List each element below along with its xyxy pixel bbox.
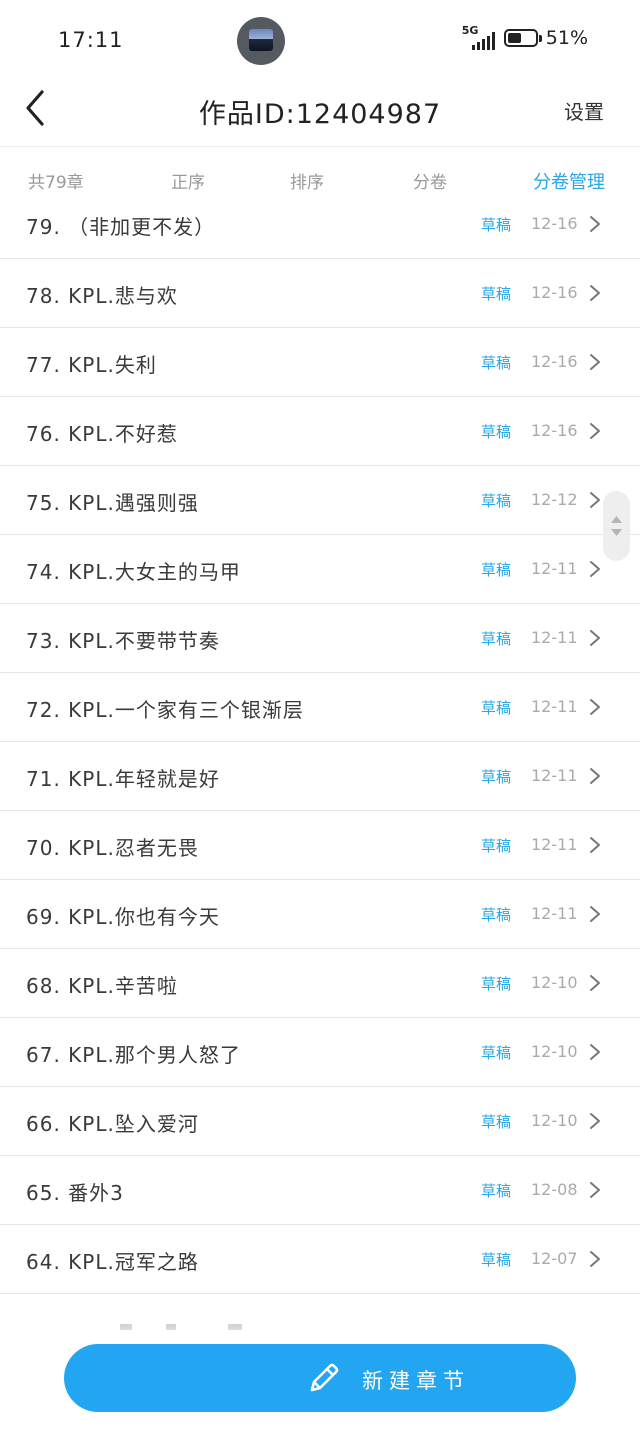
chevron-right-icon bbox=[590, 837, 600, 853]
chapter-date: 12-16 bbox=[531, 352, 578, 371]
chapter-status-badge: 草稿 bbox=[481, 906, 512, 924]
chapter-row[interactable]: 77. KPL.失利 草稿 12-16 bbox=[0, 328, 640, 397]
chapter-title: 77. KPL.失利 bbox=[26, 353, 157, 377]
chapter-status-badge: 草稿 bbox=[481, 975, 512, 993]
status-indicators: 5G 51% bbox=[462, 24, 588, 50]
chapter-date: 12-07 bbox=[531, 1249, 578, 1268]
chapter-status-badge: 草稿 bbox=[481, 768, 512, 786]
new-chapter-button[interactable]: 新建章节 bbox=[64, 1344, 576, 1412]
chapter-status-badge: 草稿 bbox=[481, 837, 512, 855]
new-chapter-label: 新建章节 bbox=[362, 1369, 470, 1393]
signal-icon: 5G bbox=[462, 24, 496, 50]
chapter-title: 68. KPL.辛苦啦 bbox=[26, 974, 178, 998]
chevron-right-icon bbox=[590, 492, 600, 508]
chapter-date: 12-11 bbox=[531, 904, 578, 923]
chapter-title: 72. KPL.一个家有三个银渐层 bbox=[26, 698, 304, 722]
chevron-right-icon bbox=[590, 699, 600, 715]
chevron-right-icon bbox=[590, 906, 600, 922]
fast-scroll-handle[interactable] bbox=[603, 491, 630, 561]
top-nav-bar: 作品ID:12404987 设置 bbox=[0, 80, 640, 146]
chapter-date: 12-10 bbox=[531, 1042, 578, 1061]
chevron-right-icon bbox=[590, 1182, 600, 1198]
chevron-right-icon bbox=[590, 561, 600, 577]
chapter-title: 71. KPL.年轻就是好 bbox=[26, 767, 220, 791]
chapter-date: 12-11 bbox=[531, 835, 578, 854]
chapter-date: 12-11 bbox=[531, 628, 578, 647]
chevron-right-icon bbox=[590, 423, 600, 439]
chapter-date: 12-11 bbox=[531, 697, 578, 716]
battery-icon bbox=[503, 29, 542, 47]
chapter-row[interactable]: 67. KPL.那个男人怒了 草稿 12-10 bbox=[0, 1018, 640, 1087]
status-time: 17:11 bbox=[58, 28, 124, 52]
chapter-status-badge: 草稿 bbox=[481, 354, 512, 372]
chapter-status-badge: 草稿 bbox=[481, 285, 512, 303]
chevron-right-icon bbox=[590, 768, 600, 784]
chapter-status-badge: 草稿 bbox=[481, 630, 512, 648]
chapter-title: 66. KPL.坠入爱河 bbox=[26, 1112, 199, 1136]
page-title: 作品ID:12404987 bbox=[198, 99, 442, 130]
chevron-right-icon bbox=[590, 630, 600, 646]
chapter-title: 76. KPL.不好惹 bbox=[26, 422, 178, 446]
nav-divider bbox=[0, 146, 640, 147]
chapter-list: 79. （非加更不发） 草稿 12-16 78. KPL.悲与欢 草稿 12-1… bbox=[0, 190, 640, 1330]
chapter-row[interactable]: 70. KPL.忍者无畏 草稿 12-11 bbox=[0, 811, 640, 880]
chapter-date: 12-16 bbox=[531, 214, 578, 233]
chapter-date: 12-16 bbox=[531, 421, 578, 440]
status-bar: 17:11 5G 51% bbox=[0, 0, 640, 80]
chapter-title: 70. KPL.忍者无畏 bbox=[26, 836, 199, 860]
chapter-status-badge: 草稿 bbox=[481, 423, 512, 441]
chapter-date: 12-12 bbox=[531, 490, 578, 509]
chapter-status-badge: 草稿 bbox=[481, 1044, 512, 1062]
chapter-date: 12-16 bbox=[531, 283, 578, 302]
chapter-status-badge: 草稿 bbox=[481, 1113, 512, 1131]
chapter-row[interactable]: 72. KPL.一个家有三个银渐层 草稿 12-11 bbox=[0, 673, 640, 742]
chapter-status-badge: 草稿 bbox=[481, 699, 512, 717]
settings-button[interactable]: 设置 bbox=[564, 96, 604, 125]
chapter-title: 78. KPL.悲与欢 bbox=[26, 284, 178, 308]
chapter-title: 79. （非加更不发） bbox=[26, 215, 216, 239]
app-thumbnail-icon bbox=[237, 17, 285, 65]
chapter-row[interactable]: 74. KPL.大女主的马甲 草稿 12-11 bbox=[0, 535, 640, 604]
chapter-date: 12-10 bbox=[531, 973, 578, 992]
chevron-right-icon bbox=[590, 285, 600, 301]
chapter-title: 69. KPL.你也有今天 bbox=[26, 905, 220, 929]
chapter-row[interactable]: 64. KPL.冠军之路 草稿 12-07 bbox=[0, 1225, 640, 1294]
chevron-right-icon bbox=[590, 354, 600, 370]
chapter-row[interactable]: 66. KPL.坠入爱河 草稿 12-10 bbox=[0, 1087, 640, 1156]
chevron-right-icon bbox=[590, 975, 600, 991]
chapter-date: 12-11 bbox=[531, 559, 578, 578]
chapter-row[interactable]: 65. 番外3 草稿 12-08 bbox=[0, 1156, 640, 1225]
chapter-title: 64. KPL.冠军之路 bbox=[26, 1250, 199, 1274]
chapter-row[interactable]: 75. KPL.遇强则强 草稿 12-12 bbox=[0, 466, 640, 535]
chevron-right-icon bbox=[590, 1113, 600, 1129]
chapter-title: 67. KPL.那个男人怒了 bbox=[26, 1043, 241, 1067]
chapter-status-badge: 草稿 bbox=[481, 1182, 512, 1200]
chapter-title: 75. KPL.遇强则强 bbox=[26, 491, 199, 515]
chapter-title: 73. KPL.不要带节奏 bbox=[26, 629, 220, 653]
chapter-status-badge: 草稿 bbox=[481, 1251, 512, 1269]
chapter-row[interactable]: 68. KPL.辛苦啦 草稿 12-10 bbox=[0, 949, 640, 1018]
chevron-right-icon bbox=[590, 216, 600, 232]
chapter-title: 74. KPL.大女主的马甲 bbox=[26, 560, 241, 584]
chapter-date: 12-10 bbox=[531, 1111, 578, 1130]
pencil-icon bbox=[310, 1363, 339, 1392]
chapter-status-badge: 草稿 bbox=[481, 492, 512, 510]
chevron-right-icon bbox=[590, 1251, 600, 1267]
chapter-title: 65. 番外3 bbox=[26, 1181, 124, 1205]
chapter-row[interactable]: 69. KPL.你也有今天 草稿 12-11 bbox=[0, 880, 640, 949]
battery-percentage: 51% bbox=[545, 27, 588, 49]
chapter-row[interactable]: 78. KPL.悲与欢 草稿 12-16 bbox=[0, 259, 640, 328]
chapter-status-badge: 草稿 bbox=[481, 561, 512, 579]
chapter-status-badge: 草稿 bbox=[481, 216, 512, 234]
chapter-row[interactable]: 76. KPL.不好惹 草稿 12-16 bbox=[0, 397, 640, 466]
chapter-row[interactable]: 71. KPL.年轻就是好 草稿 12-11 bbox=[0, 742, 640, 811]
chevron-right-icon bbox=[590, 1044, 600, 1060]
chapter-row[interactable]: 79. （非加更不发） 草稿 12-16 bbox=[0, 190, 640, 259]
chapter-date: 12-08 bbox=[531, 1180, 578, 1199]
chapter-row[interactable]: 73. KPL.不要带节奏 草稿 12-11 bbox=[0, 604, 640, 673]
chapter-date: 12-11 bbox=[531, 766, 578, 785]
scroll-arrows-icon bbox=[611, 516, 622, 536]
